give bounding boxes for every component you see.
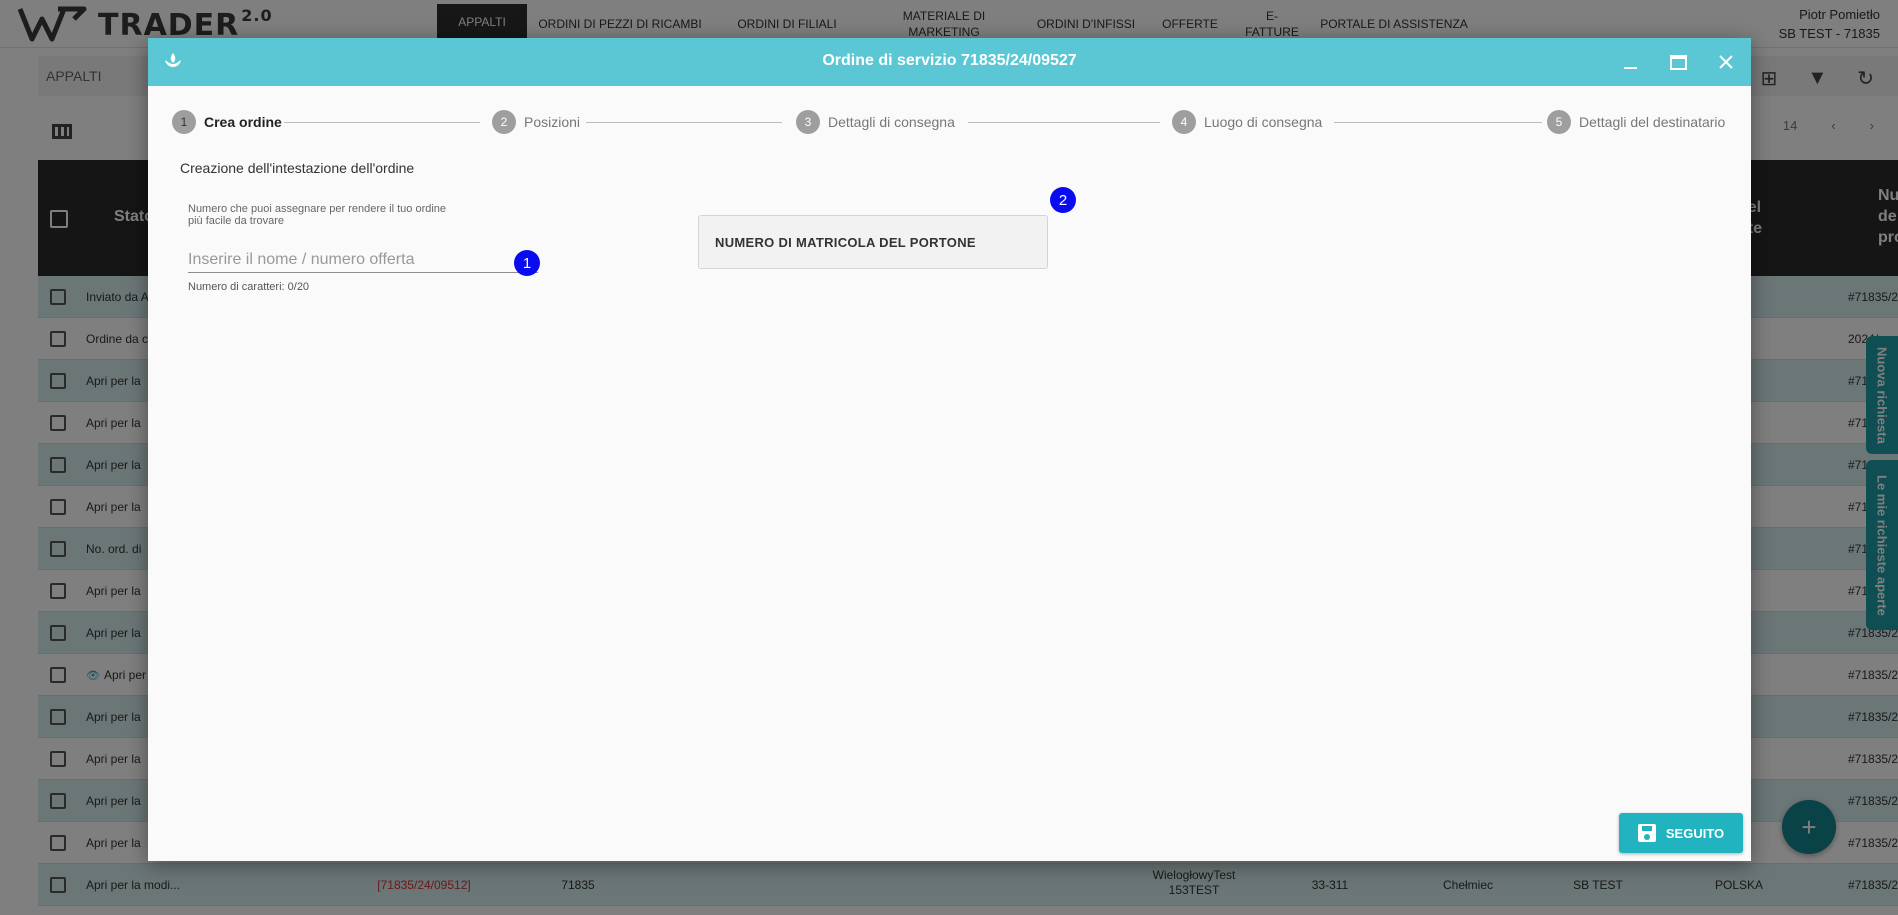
step-label: Dettagli di consegna [828, 114, 955, 130]
character-counter: Numero di caratteri: 0/20 [188, 281, 310, 294]
step-create-order[interactable]: 1 Crea ordine [172, 110, 282, 134]
next-button[interactable]: SEGUITO [1619, 813, 1743, 853]
step-label: Crea ordine [204, 114, 282, 130]
order-name-input[interactable] [188, 247, 538, 274]
dialog-header: Ordine di servizio 71835/24/09527 [148, 38, 1751, 86]
step-delivery-details[interactable]: 3 Dettagli di consegna [796, 110, 955, 134]
service-order-dialog: Ordine di servizio 71835/24/09527 1 Crea… [148, 38, 1751, 861]
order-name-hint: Numero che puoi assegnare per rendere il… [188, 203, 447, 228]
step-connector [968, 122, 1160, 123]
order-name-field: Numero che puoi assegnare per rendere il… [188, 203, 538, 293]
next-button-label: SEGUITO [1665, 825, 1725, 841]
annotation-badge-1: 1 [514, 250, 540, 276]
close-icon [1719, 55, 1733, 69]
step-number: 3 [796, 110, 820, 134]
step-label: Posizioni [524, 114, 581, 130]
minimize-button[interactable] [1616, 48, 1644, 76]
step-connector [586, 122, 782, 123]
maximize-icon [1669, 54, 1687, 70]
step-delivery-place[interactable]: 4 Luogo di consegna [1172, 110, 1322, 134]
door-serial-number-button[interactable]: NUMERO DI MATRICOLA DEL PORTONE [698, 215, 1048, 269]
dialog-title: Ordine di servizio 71835/24/09527 [822, 52, 1077, 69]
minimize-icon [1623, 67, 1637, 69]
step-label: Dettagli del destinatario [1579, 114, 1726, 130]
step-number: 1 [172, 110, 196, 134]
step-recipient-details[interactable]: 5 Dettagli del destinatario [1547, 110, 1725, 134]
save-icon [1637, 824, 1656, 842]
order-header-title: Creazione dell'intestazione dell'ordine [180, 160, 415, 176]
step-connector [1334, 122, 1542, 123]
order-stepper: 1 Crea ordine 2 Posizioni 3 Dettagli di … [172, 110, 1727, 134]
step-number: 2 [492, 110, 516, 134]
step-number: 5 [1547, 110, 1571, 134]
step-number: 4 [1172, 110, 1196, 134]
step-connector [284, 122, 480, 123]
step-positions[interactable]: 2 Posizioni [492, 110, 580, 134]
close-button[interactable] [1712, 48, 1740, 76]
maximize-button[interactable] [1664, 48, 1692, 76]
step-label: Luogo di consegna [1204, 114, 1323, 130]
annotation-badge-2: 2 [1050, 187, 1076, 213]
